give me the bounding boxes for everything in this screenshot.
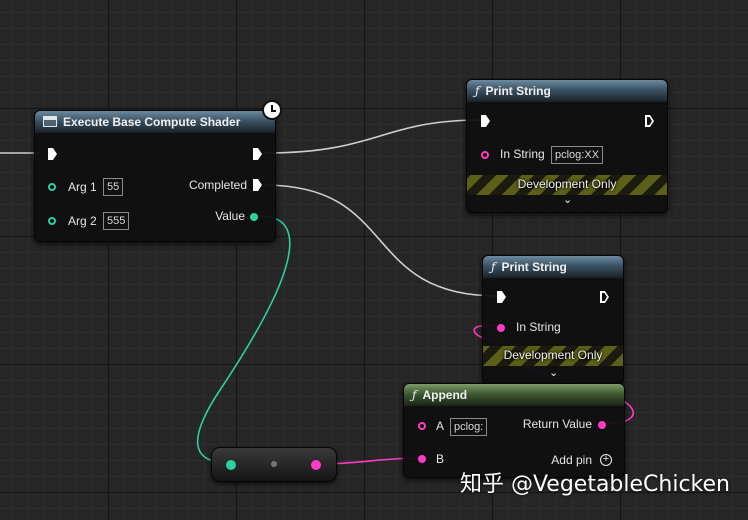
arg1-input[interactable]: 55	[103, 178, 124, 196]
b-pin[interactable]	[418, 455, 426, 463]
node-header[interactable]: ƒ Print String	[483, 256, 623, 278]
development-only-banner: Development Only	[483, 346, 623, 366]
b-label: B	[436, 452, 445, 466]
function-icon: ƒ	[491, 260, 496, 274]
node-title: Print String	[485, 84, 551, 98]
node-title: Print String	[501, 260, 567, 274]
conversion-out-pin[interactable]	[311, 460, 321, 470]
a-input[interactable]: pclog:	[450, 418, 488, 436]
exec-out-pin[interactable]	[600, 291, 609, 303]
conversion-node[interactable]	[211, 447, 337, 482]
arg1-pin[interactable]	[48, 183, 56, 191]
exec-wire-to-print1	[263, 119, 483, 154]
node-print-string-1[interactable]: ƒ Print String In String pclog:XX Develop…	[466, 79, 668, 213]
function-icon: ƒ	[412, 388, 417, 402]
in-string-pin[interactable]	[497, 324, 505, 332]
in-string-label: In String	[500, 147, 545, 161]
arg2-pin[interactable]	[48, 217, 56, 225]
node-header[interactable]: Execute Base Compute Shader	[35, 111, 275, 133]
completed-exec-pin[interactable]	[253, 179, 262, 191]
conversion-dot-icon	[271, 461, 277, 467]
development-only-label: Development Only	[517, 177, 617, 191]
expand-chevron-icon[interactable]: ⌄	[563, 193, 572, 206]
a-label: A	[436, 419, 445, 433]
arg2-input[interactable]: 555	[103, 212, 130, 230]
in-string-pin[interactable]	[481, 151, 489, 159]
expand-chevron-icon[interactable]: ⌄	[549, 366, 558, 379]
return-value-label: Return Value	[522, 417, 592, 431]
wire-layer	[0, 119, 634, 465]
arg2-label: Arg 2	[68, 214, 97, 228]
exec-in-pin[interactable]	[48, 148, 57, 160]
latent-clock-icon	[262, 100, 282, 120]
exec-out-pin[interactable]	[645, 115, 654, 127]
conversion-in-pin[interactable]	[226, 460, 236, 470]
node-header[interactable]: ƒ Append	[404, 384, 624, 406]
completed-label: Completed	[188, 178, 247, 192]
event-icon	[43, 116, 57, 127]
in-string-label: In String	[516, 320, 561, 334]
function-icon: ƒ	[475, 84, 480, 98]
exec-in-pin[interactable]	[481, 115, 490, 127]
add-pin-plus-icon[interactable]: +	[600, 454, 612, 466]
node-append[interactable]: ƒ Append A pclog: Return Value B Add pin …	[403, 383, 625, 478]
a-pin[interactable]	[418, 422, 426, 430]
node-execute-base-compute-shader[interactable]: Execute Base Compute Shader Arg 1 55 Arg…	[34, 110, 276, 242]
node-title: Execute Base Compute Shader	[63, 115, 241, 129]
development-only-label: Development Only	[503, 348, 603, 362]
node-header[interactable]: ƒ Print String	[467, 80, 667, 102]
node-print-string-2[interactable]: ƒ Print String In String Development Only…	[482, 255, 624, 385]
development-only-banner: Development Only	[467, 175, 667, 195]
add-pin-label: Add pin	[551, 453, 592, 467]
value-out-pin[interactable]	[250, 213, 258, 221]
exec-out-pin[interactable]	[253, 148, 262, 160]
exec-in-pin[interactable]	[497, 291, 506, 303]
in-string-input[interactable]: pclog:XX	[551, 146, 604, 164]
node-title: Append	[422, 388, 468, 402]
return-value-pin[interactable]	[598, 421, 606, 429]
value-label: Value	[215, 209, 245, 223]
arg1-label: Arg 1	[68, 180, 97, 194]
exec-wire-completed-to-print2	[263, 184, 499, 297]
watermark: 知乎 @VegetableChicken	[459, 472, 730, 497]
int-wire-value-to-reroute	[196, 215, 291, 464]
